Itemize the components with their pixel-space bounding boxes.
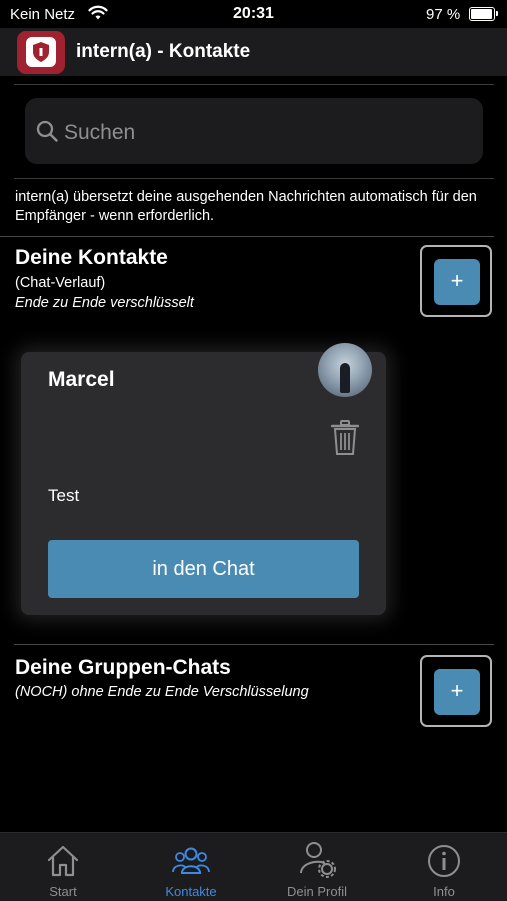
people-icon: [172, 847, 210, 874]
plus-icon: +: [434, 669, 480, 715]
battery-icon: [469, 7, 498, 21]
tab-kontakte[interactable]: Kontakte: [128, 833, 254, 901]
tab-info[interactable]: Info: [381, 833, 507, 901]
divider: [14, 644, 494, 645]
info-icon: [428, 845, 460, 877]
profile-settings-icon: [300, 842, 336, 878]
contact-name: Marcel: [48, 368, 115, 391]
contacts-section-title: Deine Kontakte: [15, 246, 168, 269]
divider: [14, 178, 494, 179]
trash-icon[interactable]: [331, 420, 359, 456]
avatar: [318, 343, 372, 397]
page-title: intern(a) - Kontakte: [76, 41, 251, 62]
battery-percent: 97 %: [426, 6, 461, 23]
status-bar: Kein Netz 20:31 97 %: [0, 0, 507, 28]
contacts-encryption-note: Ende zu Ende verschlüsselt: [15, 295, 194, 311]
contacts-section-subtitle: (Chat-Verlauf): [15, 275, 106, 291]
add-group-button[interactable]: +: [420, 655, 492, 727]
tab-label: Info: [433, 884, 455, 899]
open-chat-button[interactable]: in den Chat: [48, 540, 359, 598]
tab-dein-profil[interactable]: Dein Profil: [254, 833, 380, 901]
groups-encryption-note: (NOCH) ohne Ende zu Ende Verschlüsselung: [15, 684, 309, 700]
add-contact-button[interactable]: +: [420, 245, 492, 317]
tab-bar: Start Kontakte Dein Profil Info: [0, 832, 507, 901]
logo-shield-icon: [26, 37, 56, 67]
groups-section-title: Deine Gruppen-Chats: [15, 656, 231, 679]
divider: [14, 84, 494, 85]
last-message: Test: [48, 486, 80, 505]
home-icon: [47, 845, 79, 877]
translation-info-text: intern(a) übersetzt deine ausgehenden Na…: [15, 189, 477, 224]
plus-icon: +: [434, 259, 480, 305]
app-logo: [17, 31, 65, 74]
search-input[interactable]: [62, 118, 466, 148]
tab-start[interactable]: Start: [0, 833, 126, 901]
divider: [0, 236, 494, 237]
tab-label: Start: [49, 884, 77, 899]
search-icon: [36, 120, 58, 142]
tab-label: Kontakte: [165, 884, 217, 899]
tab-label: Dein Profil: [287, 884, 347, 899]
